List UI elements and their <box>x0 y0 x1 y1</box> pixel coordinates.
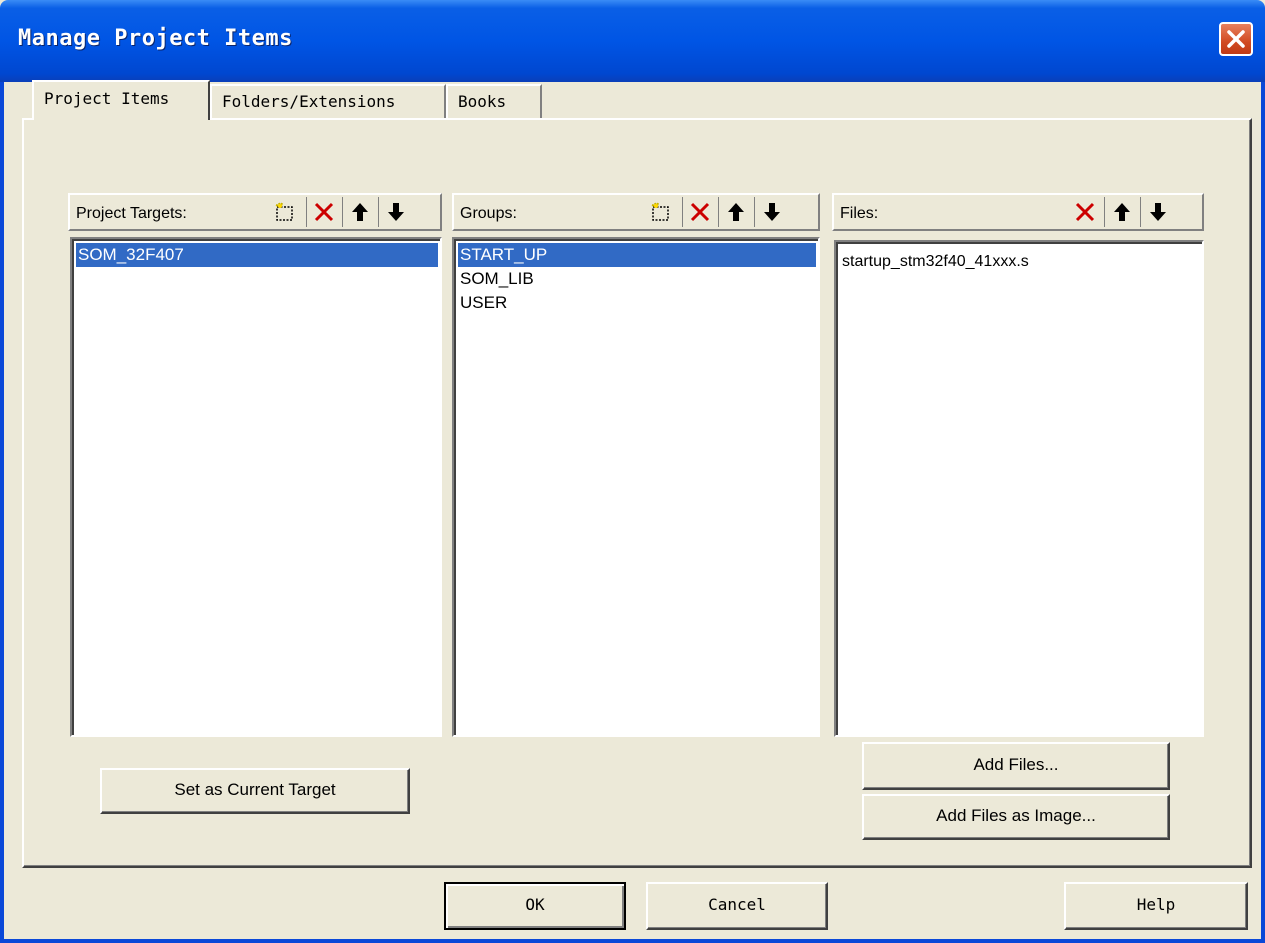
ok-button[interactable]: OK <box>444 882 626 930</box>
add-files-button[interactable]: Add Files... <box>862 742 1170 790</box>
title-bar: Manage Project Items <box>0 0 1265 82</box>
files-move-down-button[interactable] <box>1140 197 1174 227</box>
move-down-icon <box>388 203 404 221</box>
list-item[interactable]: SOM_32F407 <box>76 243 438 267</box>
close-icon <box>1227 30 1245 48</box>
window-frame-left <box>0 82 4 943</box>
delete-icon <box>1075 202 1095 222</box>
move-up-icon <box>352 203 368 221</box>
project-targets-header: Project Targets: <box>68 193 442 231</box>
new-item-icon <box>651 202 669 221</box>
tab-project-items[interactable]: Project Items <box>32 80 210 120</box>
files-delete-button[interactable] <box>1068 197 1102 227</box>
move-down-icon <box>764 203 780 221</box>
delete-icon <box>314 202 334 222</box>
window-frame-right <box>1261 82 1265 943</box>
targets-delete-button[interactable] <box>306 197 340 227</box>
add-files-as-image-button[interactable]: Add Files as Image... <box>862 794 1170 840</box>
cancel-button[interactable]: Cancel <box>646 882 828 930</box>
set-current-target-button[interactable]: Set as Current Target <box>100 768 410 814</box>
files-header: Files: <box>832 193 1204 231</box>
tab-folders-extensions[interactable]: Folders/Extensions <box>210 84 446 118</box>
list-item[interactable]: startup_stm32f40_41xxx.s <box>840 250 1029 274</box>
files-list[interactable]: startup_stm32f40_41xxx.s <box>834 240 1204 737</box>
targets-new-button[interactable] <box>268 197 302 227</box>
project-targets-label: Project Targets: <box>76 205 187 222</box>
groups-move-up-button[interactable] <box>718 197 752 227</box>
groups-delete-button[interactable] <box>682 197 716 227</box>
delete-icon <box>690 202 710 222</box>
list-item[interactable]: START_UP <box>458 243 816 267</box>
files-label: Files: <box>840 205 879 222</box>
project-targets-list[interactable]: SOM_32F407 <box>70 237 442 737</box>
groups-label: Groups: <box>460 205 517 222</box>
new-item-icon <box>275 202 293 221</box>
groups-new-button[interactable] <box>644 197 678 227</box>
files-move-up-button[interactable] <box>1104 197 1138 227</box>
close-button[interactable] <box>1219 22 1253 56</box>
window-frame-bottom <box>0 939 1265 943</box>
move-down-icon <box>1150 203 1166 221</box>
groups-move-down-button[interactable] <box>754 197 788 227</box>
move-up-icon <box>1114 203 1130 221</box>
help-button[interactable]: Help <box>1064 882 1248 930</box>
groups-list[interactable]: START_UP SOM_LIB USER <box>452 237 820 737</box>
list-item[interactable]: USER <box>458 291 507 315</box>
targets-move-down-button[interactable] <box>378 197 412 227</box>
list-item[interactable]: SOM_LIB <box>458 267 534 291</box>
move-up-icon <box>728 203 744 221</box>
groups-header: Groups: <box>452 193 820 231</box>
targets-move-up-button[interactable] <box>342 197 376 227</box>
tab-books[interactable]: Books <box>446 84 542 118</box>
window-title: Manage Project Items <box>18 26 293 51</box>
